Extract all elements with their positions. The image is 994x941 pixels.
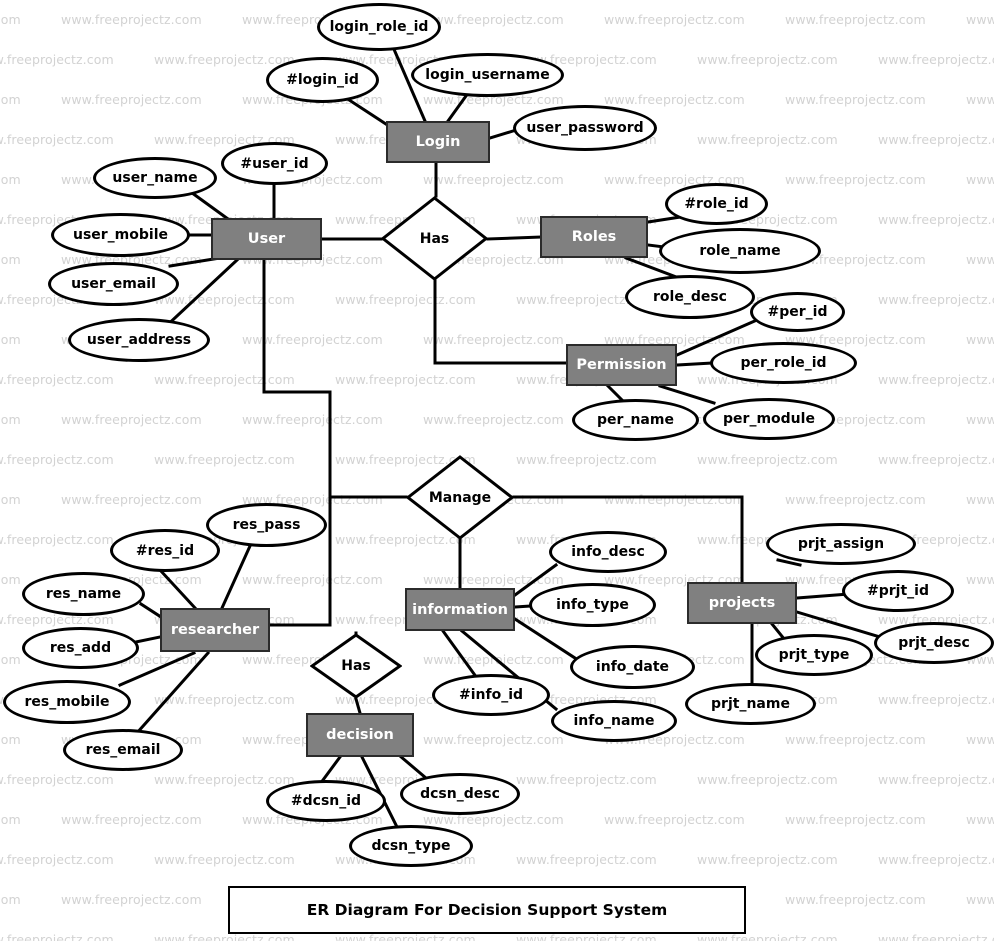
entity-login[interactable]: Login bbox=[386, 121, 490, 163]
attribute-login_id[interactable]: #login_id bbox=[266, 57, 379, 103]
attribute-info_name[interactable]: info_name bbox=[551, 700, 677, 742]
attribute-prjt_desc[interactable]: prjt_desc bbox=[874, 622, 994, 664]
attribute-role_id[interactable]: #role_id bbox=[665, 183, 768, 225]
entity-permission[interactable]: Permission bbox=[566, 344, 677, 386]
attribute-res_add[interactable]: res_add bbox=[22, 627, 139, 669]
relationship-has-researcher-decision[interactable]: Has bbox=[310, 633, 402, 699]
attribute-info_date[interactable]: info_date bbox=[570, 645, 695, 689]
attribute-prjt_name[interactable]: prjt_name bbox=[685, 683, 816, 725]
attribute-info_id[interactable]: #info_id bbox=[432, 674, 550, 716]
relationship-label: Manage bbox=[428, 489, 492, 506]
attribute-login_role_id[interactable]: login_role_id bbox=[317, 3, 441, 51]
attribute-user_mobile[interactable]: user_mobile bbox=[51, 213, 190, 257]
attribute-info_type[interactable]: info_type bbox=[529, 583, 656, 627]
relationship-label: Has bbox=[341, 658, 371, 674]
attribute-per_role_id[interactable]: per_role_id bbox=[710, 342, 857, 384]
attribute-dcsn_type[interactable]: dcsn_type bbox=[349, 825, 473, 867]
diagram-title-box: ER Diagram For Decision Support System bbox=[228, 886, 746, 934]
entity-roles[interactable]: Roles bbox=[540, 216, 648, 258]
attribute-role_name[interactable]: role_name bbox=[659, 228, 821, 274]
attribute-prjt_assign[interactable]: prjt_assign bbox=[766, 523, 916, 565]
attribute-role_desc[interactable]: role_desc bbox=[625, 275, 755, 319]
relationship-label: Has bbox=[419, 230, 450, 247]
entity-researcher[interactable]: researcher bbox=[160, 608, 270, 652]
attribute-res_name[interactable]: res_name bbox=[22, 572, 145, 616]
entity-user[interactable]: User bbox=[211, 218, 322, 260]
attribute-user_password[interactable]: user_password bbox=[513, 105, 657, 151]
attribute-res_mobile[interactable]: res_mobile bbox=[3, 680, 131, 724]
attribute-res_id[interactable]: #res_id bbox=[110, 529, 220, 572]
attribute-res_pass[interactable]: res_pass bbox=[206, 503, 327, 547]
attribute-user_name[interactable]: user_name bbox=[93, 157, 217, 199]
attribute-per_name[interactable]: per_name bbox=[572, 399, 699, 441]
attribute-prjt_id[interactable]: #prjt_id bbox=[842, 570, 954, 612]
attribute-info_desc[interactable]: info_desc bbox=[549, 531, 667, 573]
attribute-user_email[interactable]: user_email bbox=[48, 262, 179, 306]
attribute-per_id[interactable]: #per_id bbox=[750, 292, 845, 332]
attribute-dcsn_id[interactable]: #dcsn_id bbox=[266, 780, 386, 822]
entity-decision[interactable]: decision bbox=[306, 713, 414, 757]
attribute-dcsn_desc[interactable]: dcsn_desc bbox=[400, 773, 520, 815]
attribute-per_module[interactable]: per_module bbox=[703, 398, 835, 440]
attribute-login_username[interactable]: login_username bbox=[411, 53, 564, 97]
relationship-manage[interactable]: Manage bbox=[406, 455, 514, 540]
attribute-prjt_type[interactable]: prjt_type bbox=[755, 634, 873, 676]
entity-projects[interactable]: projects bbox=[687, 582, 797, 624]
relationship-has-user-roles[interactable]: Has bbox=[381, 196, 488, 281]
attribute-user_id[interactable]: #user_id bbox=[221, 142, 328, 185]
page-title: ER Diagram For Decision Support System bbox=[306, 901, 668, 919]
attribute-user_address[interactable]: user_address bbox=[68, 318, 210, 362]
attribute-res_email[interactable]: res_email bbox=[63, 729, 183, 771]
entity-information[interactable]: information bbox=[405, 588, 515, 631]
node-layer: login_role_id #login_id login_usernameuser… bbox=[0, 0, 994, 941]
er-diagram-canvas: www.freeprojectz.comwww.freeprojectz.com… bbox=[0, 0, 994, 941]
